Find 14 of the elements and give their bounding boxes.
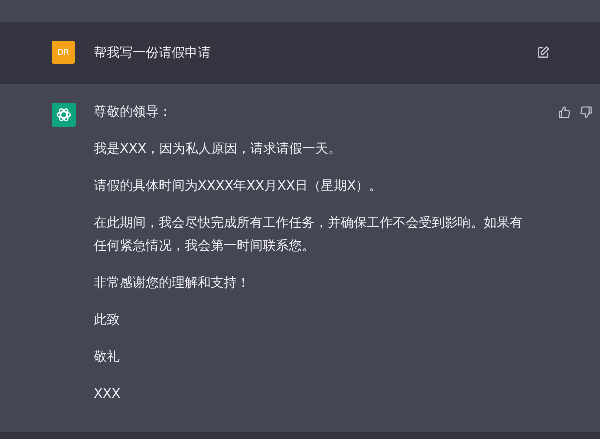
response-paragraph: 此致 [94,312,121,330]
thumbs-down-icon[interactable] [580,106,593,119]
response-paragraph: 在此期间，我会尽快完成所有工作任务，并确保工作不会受到影响。如果有任何紧急情况，我会第一时间联系您。 [94,215,524,256]
response-paragraph: XXX [94,386,122,404]
assistant-avatar [52,103,76,127]
edit-icon[interactable] [537,46,550,59]
response-paragraph: 非常感谢您的理解和支持！ [94,275,251,293]
response-paragraph: 请假的具体时间为XXXX年XX月XX日（星期X）。 [94,178,384,196]
thumbs-up-icon[interactable] [558,106,571,119]
user-avatar: DR [52,41,75,64]
response-paragraph: 尊敬的领导： [94,104,173,122]
response-paragraph: 敬礼 [94,349,121,367]
response-paragraph: 我是XXX，因为私人原因，请求请假一天。 [94,141,343,159]
user-message-text: 帮我写一份请假申请 [94,44,212,62]
